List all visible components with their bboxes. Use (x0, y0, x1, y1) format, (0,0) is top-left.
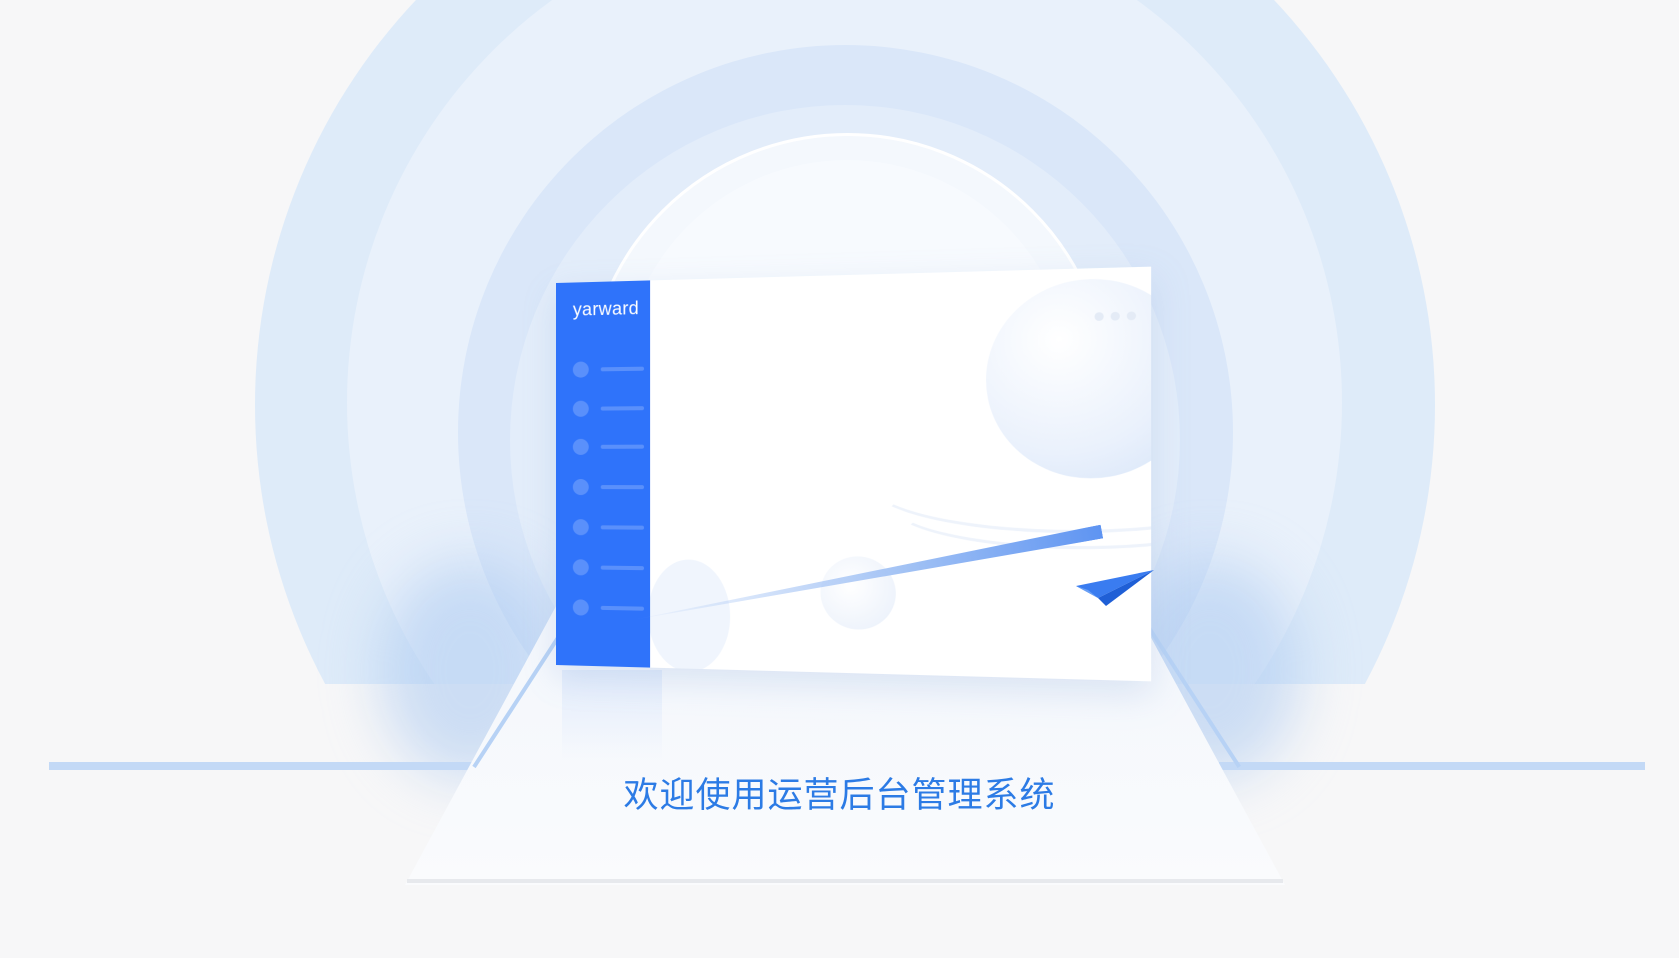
welcome-title: 欢迎使用运营后台管理系统 (623, 776, 1056, 816)
window-dot (1094, 312, 1104, 321)
mockup-nav-item (572, 361, 645, 378)
app-reflection (562, 670, 662, 760)
mockup-nav-item (572, 599, 645, 616)
mockup-nav-item (572, 519, 645, 536)
mockup-nav-item (572, 559, 645, 576)
window-controls (1088, 304, 1137, 326)
decor-sphere-small (820, 556, 896, 631)
window-dot (1110, 311, 1120, 321)
mockup-nav-item (572, 400, 645, 417)
platform-edge (407, 879, 1283, 883)
paper-plane-icon (1076, 570, 1154, 606)
mockup-logo: yarward (572, 297, 640, 320)
app-mockup-window: yarward (556, 266, 1152, 682)
mockup-nav-item (572, 438, 645, 455)
mockup-sidebar: yarward (556, 280, 651, 668)
mockup-nav-item (572, 479, 645, 496)
login-stage: yarward 欢迎使用运营后台管理系统 (0, 0, 1679, 958)
window-dot (1126, 311, 1137, 321)
decor-circle (648, 559, 731, 673)
